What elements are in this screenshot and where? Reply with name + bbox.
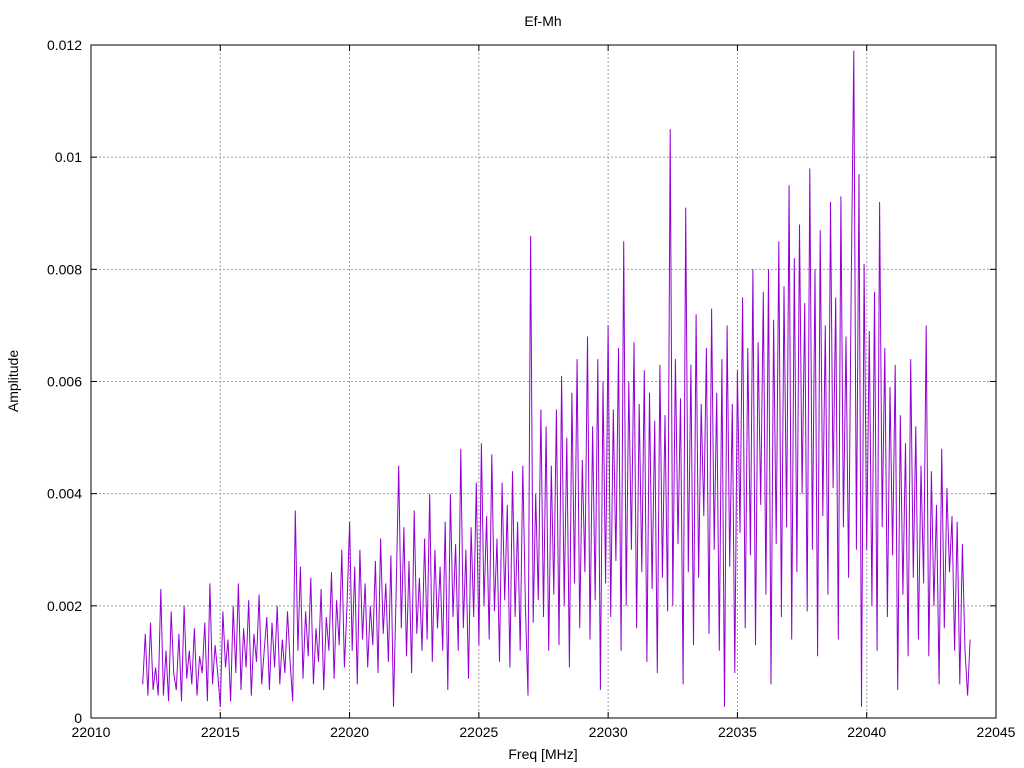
y-tick-label: 0.008 [47,261,82,277]
x-tick-label: 22040 [847,724,886,740]
y-tick-label: 0 [74,710,82,726]
y-axis-label: Amplitude [5,350,21,412]
x-tick-label: 22035 [718,724,757,740]
chart-title: Ef-Mh [524,13,561,29]
x-axis-label: Freq [MHz] [508,746,577,762]
y-tick-label: 0.01 [55,149,82,165]
x-tick-label: 22020 [330,724,369,740]
y-tick-label: 0.002 [47,598,82,614]
x-tick-label: 22015 [201,724,240,740]
x-tick-label: 22025 [459,724,498,740]
series-line [142,50,971,707]
chart: 22010 22015 22020 22025 22030 22035 22040 22045… [5,13,1016,762]
amplitude-series [142,50,971,707]
x-tick-label: 22010 [72,724,111,740]
y-tick-label: 0.004 [47,486,82,502]
x-tick-label: 22030 [589,724,628,740]
y-tick-label: 0.012 [47,37,82,53]
x-tick-label: 22045 [977,724,1016,740]
y-tick-label: 0.006 [47,374,82,390]
